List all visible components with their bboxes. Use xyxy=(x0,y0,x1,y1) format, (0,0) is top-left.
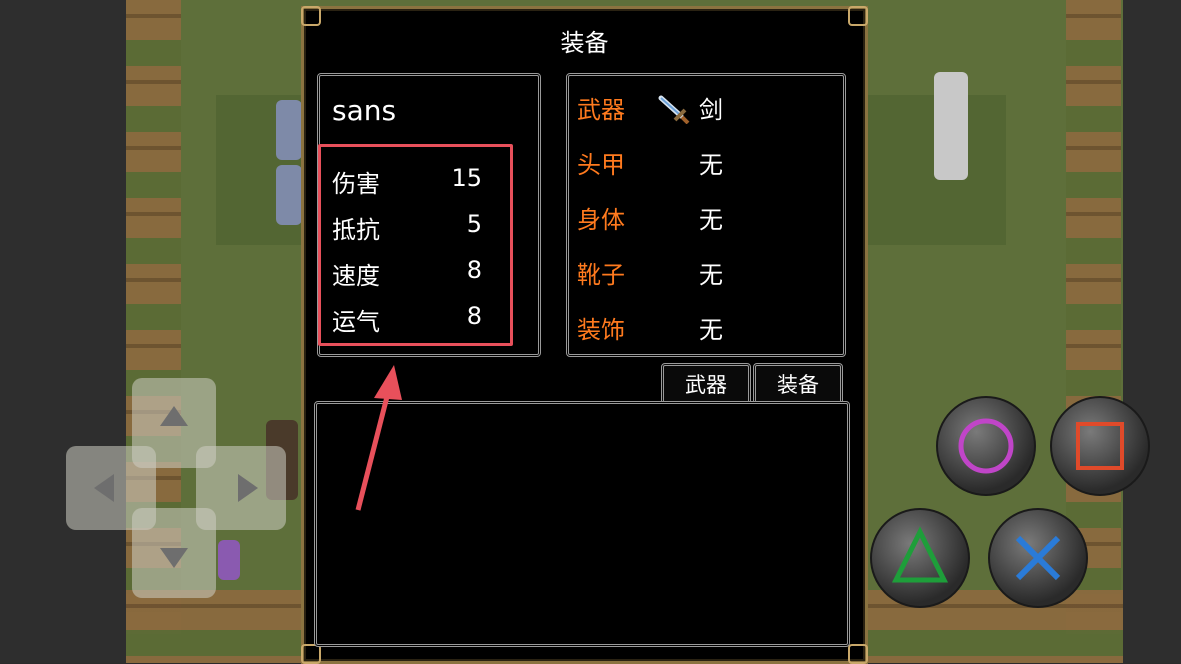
slot-item: 无 xyxy=(699,206,723,234)
square-icon xyxy=(1076,422,1124,470)
square-button[interactable] xyxy=(1050,396,1150,496)
virtual-dpad[interactable] xyxy=(66,378,286,598)
equip-slot-body[interactable]: 身体 无 xyxy=(577,200,827,240)
right-letterbox xyxy=(1123,0,1181,663)
slot-label: 头甲 xyxy=(577,151,625,179)
circle-button[interactable] xyxy=(936,396,1036,496)
equip-slot-head[interactable]: 头甲 无 xyxy=(577,145,827,185)
equip-slot-accessory[interactable]: 装饰 无 xyxy=(577,310,827,350)
right-arrow-icon xyxy=(238,474,258,502)
frame-corner xyxy=(848,644,868,664)
dialog-title: 装备 xyxy=(560,29,609,57)
equipment-slots-panel: 武器 剑 头甲 无 身体 无 靴子 无 装饰 无 xyxy=(566,73,846,357)
frame-corner xyxy=(301,644,321,664)
npc-sprite xyxy=(276,165,302,225)
slot-item: 无 xyxy=(699,261,723,289)
slot-label: 身体 xyxy=(577,206,625,234)
left-arrow-icon xyxy=(94,474,114,502)
npc-sprite xyxy=(276,100,302,160)
cross-icon xyxy=(1015,535,1061,581)
dpad-right[interactable] xyxy=(196,446,286,530)
equip-slot-boots[interactable]: 靴子 无 xyxy=(577,255,827,295)
slot-item: 剑 xyxy=(699,96,723,124)
annotation-highlight-box xyxy=(318,144,513,346)
circle-icon xyxy=(958,418,1014,474)
slot-item: 无 xyxy=(699,151,723,179)
sword-icon xyxy=(658,95,690,124)
triangle-icon xyxy=(891,526,949,583)
slot-label: 靴子 xyxy=(577,261,625,289)
equip-slot-weapon[interactable]: 武器 剑 xyxy=(577,90,827,130)
slot-item: 无 xyxy=(699,316,723,344)
cross-button[interactable] xyxy=(988,508,1088,608)
dpad-left[interactable] xyxy=(66,446,156,530)
goat-npc-sprite xyxy=(934,72,968,180)
character-name: sans xyxy=(332,94,397,127)
slot-label: 装饰 xyxy=(577,316,625,344)
annotation-arrow-icon xyxy=(355,365,402,511)
triangle-button[interactable] xyxy=(870,508,970,608)
slot-label: 武器 xyxy=(577,96,625,124)
